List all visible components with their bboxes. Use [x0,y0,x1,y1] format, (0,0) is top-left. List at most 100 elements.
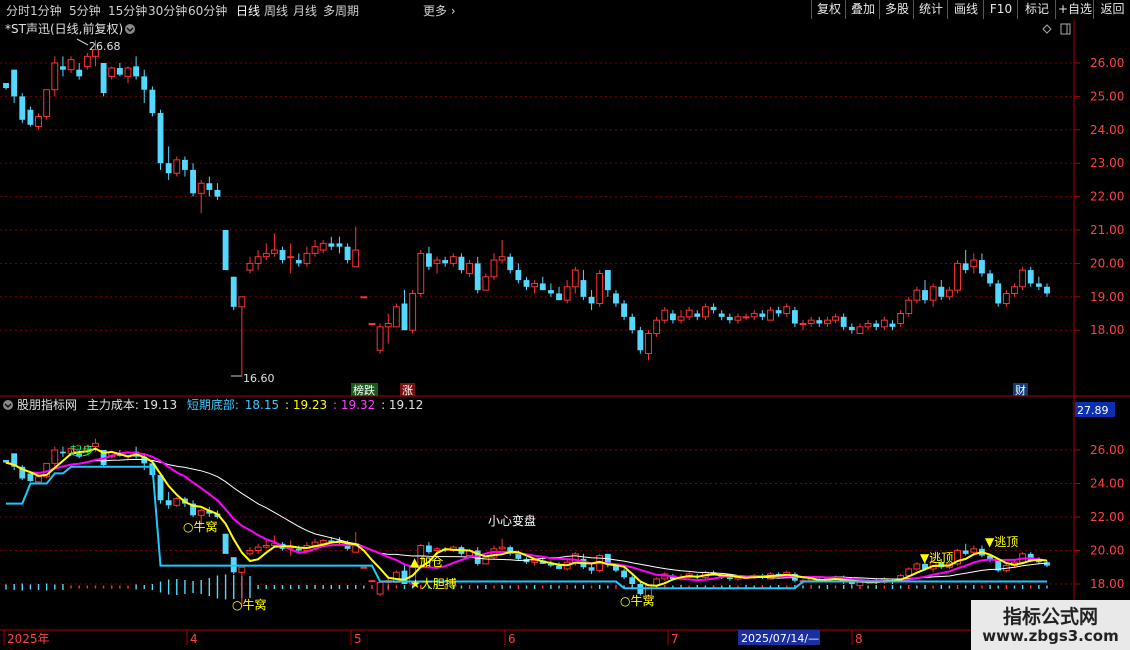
candle-body [604,270,611,291]
indicator-candle-body [222,533,229,554]
candle-body [360,296,368,299]
candle-body [319,242,327,251]
candle-body [409,292,417,331]
candle-body [588,296,595,304]
candle-body [750,313,758,318]
candle-body [165,163,172,174]
candle-body [449,256,457,264]
toolbar-button-6[interactable]: 标记 [1017,0,1056,19]
candle-body [246,262,254,271]
line-yellow-value: : 19.23 [285,398,327,412]
candle-body [775,310,782,314]
candle-body [816,320,823,324]
candle-body [539,283,546,291]
candle-body [279,250,286,261]
main-cost-value: 19.13 [143,398,177,412]
indicator-candle-body [726,577,733,579]
candle-body [433,259,441,264]
candle-body [767,309,774,321]
candle-body [913,289,921,301]
indicator-candle-body [629,577,636,584]
period-tab-1[interactable]: 1分钟 [30,2,62,19]
toolbar-button-8[interactable]: 返回 [1093,0,1130,19]
indicator-header: 股朋指标网 主力成本: 19.13 短期底部: 18.15 : 19.23 : … [3,397,423,412]
toolbar-button-0[interactable]: 复权 [811,0,846,19]
indicator-candle-body [913,563,921,570]
period-tab-5[interactable]: 60分钟 [188,2,227,19]
line-magenta-value: : 19.32 [333,398,375,412]
x-tick-label: 7 [671,632,679,646]
indicator-tick-label: 24.00 [1090,477,1124,491]
indicator-candle-body [621,570,628,578]
candle-body [124,67,132,77]
candle-body [734,316,742,321]
candle-body [181,159,188,170]
candle-body [807,319,815,325]
marker-label: 涨 [402,384,413,397]
candle-body [556,293,562,301]
price-tick-label: 20.00 [1090,256,1124,270]
period-tab-9[interactable]: 多周期 [323,2,359,19]
candle-body [563,286,571,301]
main-cost-label: 主力成本: [87,398,139,412]
indicator-dropdown-icon[interactable] [3,400,13,410]
candle-body [759,313,766,317]
watermark-line2: www.zbgs3.com [982,627,1119,645]
period-tab-4[interactable]: 30分钟 [148,2,187,19]
indicator-candle-body [157,475,164,501]
period-tab-2[interactable]: 5分钟 [69,2,101,19]
short-bottom-label: 短期底部: [187,397,239,412]
stock-chart: *ST声迅(日线,前复权) 26.68 16.60 26.0025.0024.0… [0,20,1130,650]
candle-body [3,83,9,89]
short-bottom-value: 18.15 [245,398,279,412]
candle-body [368,323,376,326]
toolbar: 分时 1分钟 5分钟 15分钟 30分钟 60分钟 日线 周线 月线 多周期 更多 › 复权 叠加 多股统… [0,0,1130,21]
candle-body [783,306,791,315]
candle-body [669,313,676,321]
candle-body [442,260,449,264]
toolbar-button-4[interactable]: 画线 [947,0,984,19]
candle-body [401,303,408,331]
candle-body [799,323,807,326]
candle-body [43,89,51,117]
toolbar-button-7[interactable]: +自选 [1055,0,1094,19]
indicator-candle-body [498,546,506,550]
cursor-date: 2025/07/14/— [741,632,819,645]
candle-body [287,256,295,259]
period-tab-3[interactable]: 15分钟 [108,2,147,19]
candle-body [197,182,205,194]
candle-body [458,256,465,271]
toolbar-button-3[interactable]: 统计 [913,0,948,19]
indicator-candle-body [27,473,34,481]
indicator-candle-body [246,550,254,555]
period-tab-7[interactable]: 周线 [264,2,288,19]
toolbar-button-1[interactable]: 叠加 [845,0,880,19]
candle-body [206,183,213,190]
candle-body [905,299,913,315]
indicator-candle-body [51,449,59,464]
indicator-candle-body [531,560,539,563]
candle-body [718,313,725,317]
candle-body [864,323,872,328]
watermark: 指标公式网 www.zbgs3.com [971,600,1130,650]
candle-body [376,326,384,351]
indicator-annotation: 起步 [70,444,94,458]
candle-body [945,289,953,298]
title-dropdown-icon[interactable] [125,24,135,34]
period-tab-0[interactable]: 分时 [6,2,30,19]
period-tab-8[interactable]: 月线 [293,2,317,19]
candle-body [238,296,246,308]
candle-body [116,68,123,75]
candle-body [336,243,343,247]
indicator-annotation: ▲加仓 [410,555,443,569]
candle-body [979,260,985,274]
candle-body [11,69,18,97]
toolbar-button-2[interactable]: 多股 [879,0,914,19]
x-tick-label: 6 [508,632,516,646]
more-periods-button[interactable]: 更多 › [423,2,456,19]
indicator-candle-body [425,545,432,553]
toolbar-button-5[interactable]: F10 [983,0,1018,19]
period-tab-6[interactable]: 日线 [236,2,260,19]
x-tick-label: 4 [190,632,198,646]
candle-body [1044,286,1050,294]
